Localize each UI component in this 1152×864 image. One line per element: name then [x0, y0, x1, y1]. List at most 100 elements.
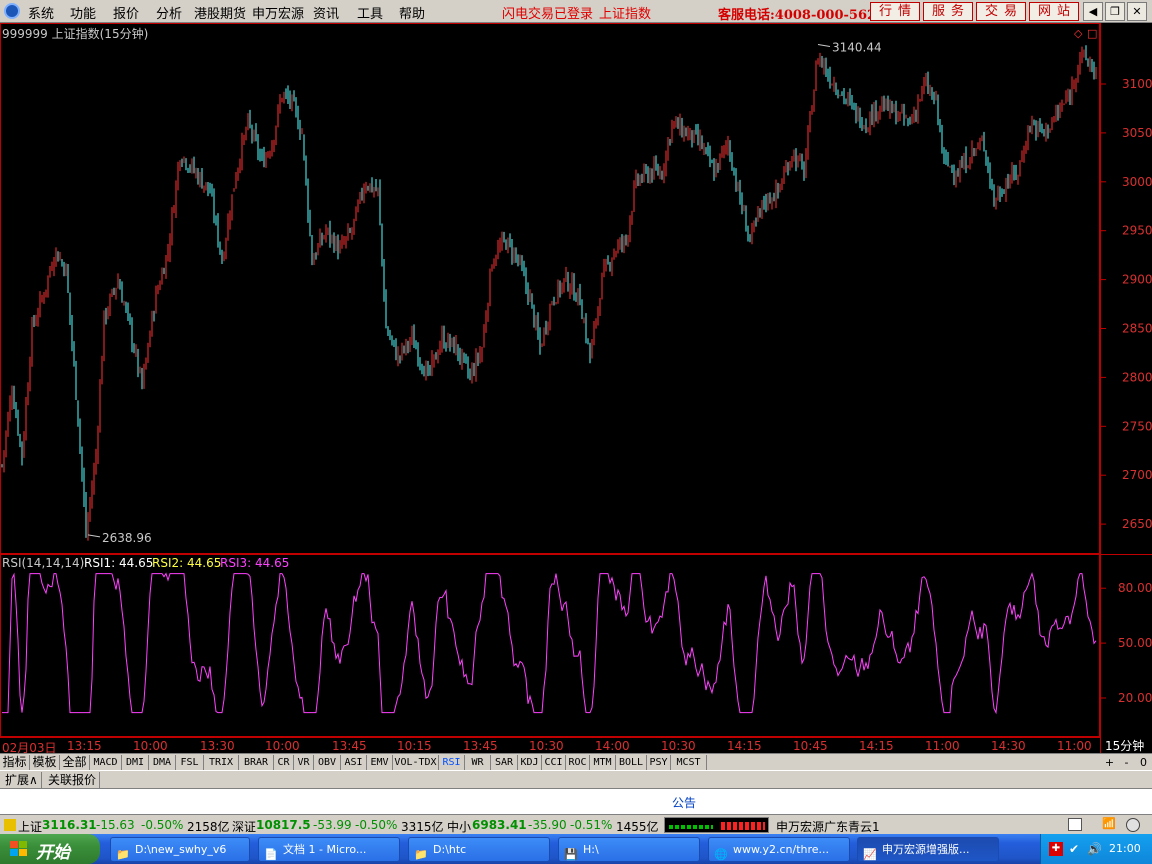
menu-hk-futures[interactable]: 港股期货 — [194, 3, 246, 22]
time-tick: 10:15 — [397, 739, 432, 753]
app-icon: 📈 — [863, 848, 877, 861]
indicator-tab-roc[interactable]: ROC — [566, 755, 590, 770]
announcement-bar[interactable]: 公告 — [0, 788, 1152, 814]
system-tray: ✚ ✔ 🔊 21:00 — [1040, 834, 1152, 864]
indicator-control-2[interactable]: 0 — [1136, 755, 1151, 770]
menu-function[interactable]: 功能 — [70, 3, 96, 22]
sh-change: -15.63 — [96, 818, 135, 832]
tray-app-icon[interactable]: ✚ — [1049, 842, 1063, 856]
indicator-tab-cr[interactable]: CR — [274, 755, 294, 770]
indicator-tab-全部[interactable]: 全部 — [60, 755, 90, 770]
trade-button[interactable]: 交易 — [976, 2, 1026, 21]
task-swhy-app[interactable]: 📈 申万宏源增强版... — [857, 837, 999, 862]
rsi-tick-label: 50.00 — [1118, 636, 1152, 650]
rsi-line — [2, 571, 1097, 715]
indicator-tab-macd[interactable]: MACD — [90, 755, 122, 770]
indicator-tab-sar[interactable]: SAR — [491, 755, 518, 770]
diamond-icon: ◇ — [1074, 27, 1083, 40]
lock-icon[interactable] — [1126, 818, 1140, 832]
index-link[interactable]: 上证指数 — [599, 3, 651, 22]
start-button[interactable]: 开始 — [0, 834, 100, 864]
kline-chart[interactable]: 3100 3050 3000 2950 2900 2850 2800 2750 2700 2650… — [0, 23, 1152, 737]
menu-bar: 系统 功能 报价 分析 港股期货 申万宏源 资讯 工具 帮助 闪电交易已登录 上… — [0, 0, 1152, 23]
menu-system[interactable]: 系统 — [28, 3, 54, 22]
indicator-tab-cci[interactable]: CCI — [542, 755, 566, 770]
task-folder-new-swhy[interactable]: 📁 D:\new_swhy_v6 — [110, 837, 250, 862]
time-tick: 11:00 — [1057, 739, 1092, 753]
sz-label: 深证 — [232, 820, 257, 834]
hotline-text: 客服电话:4008-000-562 — [718, 8, 877, 23]
price-tick-label: 2900 — [1122, 273, 1152, 287]
indicator-tab-mtm[interactable]: MTM — [590, 755, 616, 770]
expand-tab[interactable]: 扩展∧ — [2, 772, 42, 788]
folder-icon: 📁 — [414, 848, 428, 861]
menu-tools[interactable]: 工具 — [357, 3, 383, 22]
candles — [1, 45, 1097, 541]
app-logo-icon — [4, 3, 20, 19]
close-icon[interactable]: ✕ — [1127, 2, 1147, 21]
indicator-bar: 指标 模板 全部 MACD DMI DMA FSL TRIX BRAR CR VR OBV ASI EMV… — [0, 753, 1152, 770]
indicator-tab-mcst[interactable]: MCST — [671, 755, 707, 770]
sz-amount: 3315亿 — [401, 820, 444, 834]
tray-check-icon[interactable]: ✔ — [1069, 842, 1079, 856]
indicator-tab-asi[interactable]: ASI — [341, 755, 367, 770]
time-tick: 14:15 — [727, 739, 762, 753]
indicator-tab-kdj[interactable]: KDJ — [518, 755, 542, 770]
indicator-tab-vr[interactable]: VR — [294, 755, 314, 770]
window-icon[interactable] — [1068, 818, 1082, 831]
period-label[interactable]: 15分钟 — [1100, 737, 1152, 753]
service-button[interactable]: 服务 — [923, 2, 973, 21]
indicator-tab-指标[interactable]: 指标 — [0, 755, 30, 770]
time-tick: 14:15 — [859, 739, 894, 753]
time-tick: 10:00 — [133, 739, 168, 753]
window-mini-icon: □ — [1087, 27, 1097, 40]
indicator-tab-emv[interactable]: EMV — [367, 755, 393, 770]
related-quote-tab[interactable]: 关联报价 — [45, 772, 101, 788]
menu-quote[interactable]: 报价 — [113, 3, 139, 22]
announcement-label[interactable]: 公告 — [672, 794, 696, 811]
indicator-control-1[interactable]: - — [1119, 755, 1134, 770]
indicator-tab-dma[interactable]: DMA — [149, 755, 176, 770]
indicator-tab-dmi[interactable]: DMI — [122, 755, 149, 770]
indicator-tab-rsi[interactable]: RSI — [439, 755, 465, 770]
indicator-tab-模板[interactable]: 模板 — [30, 755, 60, 770]
menu-help[interactable]: 帮助 — [399, 3, 425, 22]
time-tick: 10:30 — [529, 739, 564, 753]
chart-title: 999999 上证指数(15分钟) — [2, 27, 149, 41]
price-tick-label: 2750 — [1122, 419, 1152, 433]
menu-swhy[interactable]: 申万宏源 — [252, 3, 304, 22]
flash-trade-status[interactable]: 闪电交易已登录 — [502, 3, 593, 22]
indicator-tab-fsl[interactable]: FSL — [176, 755, 204, 770]
time-tick: 13:30 — [200, 739, 235, 753]
task-word-doc[interactable]: 📄 文档 1 - Micro... — [258, 837, 400, 862]
indicator-tab-wr[interactable]: WR — [465, 755, 491, 770]
restore-icon[interactable]: ❐ — [1105, 2, 1125, 21]
clock: 21:00 — [1109, 842, 1141, 855]
menu-analysis[interactable]: 分析 — [156, 3, 182, 22]
task-browser[interactable]: 🌐 www.y2.cn/thre... — [708, 837, 850, 862]
indicator-control-0[interactable]: + — [1102, 755, 1117, 770]
indicator-tab-psy[interactable]: PSY — [647, 755, 671, 770]
back-icon[interactable]: ◀ — [1083, 2, 1103, 21]
indicator-tab-vol-tdx[interactable]: VOL-TDX — [393, 755, 439, 770]
low-label: 2638.96 — [102, 531, 152, 545]
tray-volume-icon[interactable]: 🔊 — [1087, 842, 1102, 856]
broker-name: 申万宏源广东青云1 — [776, 820, 880, 834]
indicator-tab-obv[interactable]: OBV — [314, 755, 341, 770]
rsi-header: RSI(14,14,14) — [2, 556, 85, 570]
sh-amount: 2158亿 — [187, 820, 230, 834]
time-tick: 11:00 — [925, 739, 960, 753]
website-button[interactable]: 网站 — [1029, 2, 1079, 21]
market-button[interactable]: 行情 — [870, 2, 920, 21]
indicator-tab-trix[interactable]: TRIX — [204, 755, 239, 770]
task-drive-h[interactable]: 💾 H:\ — [558, 837, 700, 862]
indicator-tab-brar[interactable]: BRAR — [239, 755, 274, 770]
rsi-tick-label: 20.00 — [1118, 691, 1152, 705]
time-tick: 13:15 — [67, 739, 102, 753]
status-bar: 上证 3116.31 -15.63 -0.50% 2158亿 深证 10817.… — [0, 814, 1152, 834]
task-folder-htc[interactable]: 📁 D:\htc — [408, 837, 550, 862]
chart-canvas[interactable]: 3100 3050 3000 2950 2900 2850 2800 2750 2700 2650… — [0, 23, 1152, 737]
price-panel-frame — [0, 23, 1100, 554]
menu-news[interactable]: 资讯 — [313, 3, 339, 22]
indicator-tab-boll[interactable]: BOLL — [616, 755, 647, 770]
